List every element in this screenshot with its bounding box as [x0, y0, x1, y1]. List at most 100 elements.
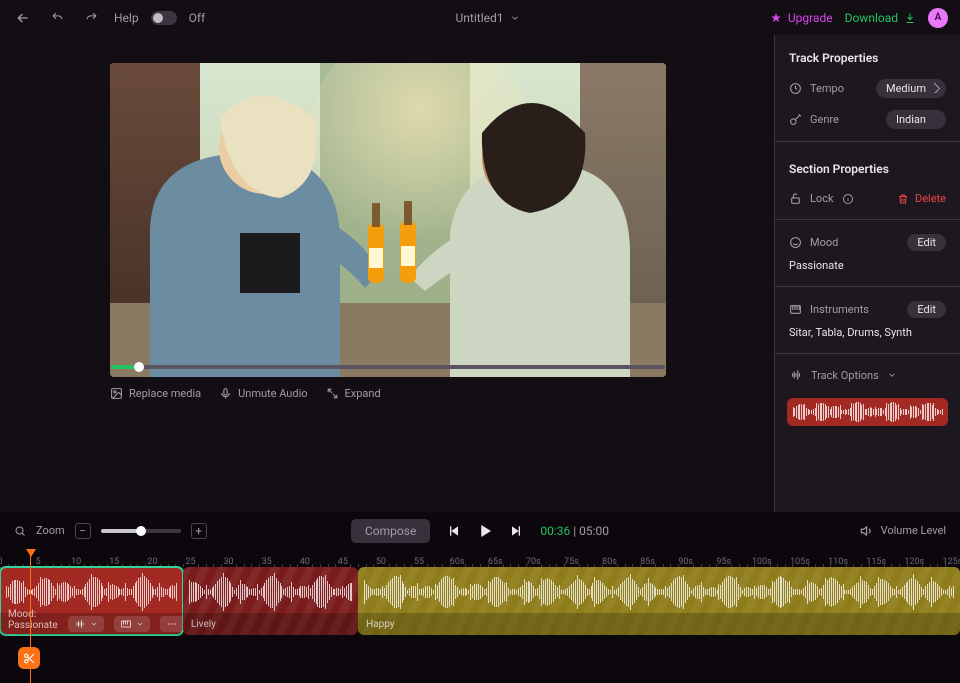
section-mood-label[interactable]: Mood: Passionate: [8, 609, 58, 636]
section-header-row: Lock Delete: [775, 186, 960, 215]
expand-icon: [326, 387, 339, 400]
volume-level-button[interactable]: Volume Level: [859, 524, 946, 538]
microphone-icon: [219, 387, 232, 400]
ruler-tick: 40: [300, 557, 310, 567]
skip-back-button[interactable]: [446, 523, 462, 539]
undo-button[interactable]: [46, 7, 68, 29]
zoom-in-button[interactable]: +: [191, 523, 207, 539]
project-title[interactable]: Untitled1: [217, 11, 758, 25]
section-instruments-button[interactable]: [114, 616, 150, 632]
tempo-row: Tempo Medium: [775, 75, 960, 106]
toggle-state-label: Off: [189, 11, 206, 25]
video-stage: Replace media Unmute Audio Expand: [0, 35, 774, 512]
zoom-slider[interactable]: [101, 529, 181, 533]
delete-section-button[interactable]: Delete: [897, 192, 946, 205]
cut-button[interactable]: [18, 647, 40, 669]
ruler-tick: 25: [185, 557, 195, 567]
more-icon: [166, 618, 178, 630]
transport-controls: [446, 522, 524, 540]
timeline-ruler[interactable]: 051015202530354045505560s65s70s75s80s85s…: [0, 549, 960, 567]
help-link[interactable]: Help: [114, 11, 139, 25]
unmute-audio-button[interactable]: Unmute Audio: [219, 387, 307, 400]
main-area: Replace media Unmute Audio Expand Track …: [0, 35, 960, 512]
total-time: 05:00: [579, 524, 609, 538]
timeline-tracks: Mood: Passionate Lively Happy: [0, 567, 960, 645]
info-icon: [842, 193, 854, 205]
image-icon: [110, 387, 123, 400]
chevron-down-icon: [510, 13, 520, 23]
zoom-out-button[interactable]: −: [75, 523, 91, 539]
ruler-tick: 125s: [942, 557, 960, 567]
lock-control[interactable]: Lock: [789, 192, 897, 205]
lock-open-icon: [789, 192, 802, 205]
section-wave-options-button[interactable]: [68, 616, 104, 632]
skip-forward-button[interactable]: [508, 523, 524, 539]
ruler-tick: 85s: [640, 557, 655, 567]
project-title-text: Untitled1: [456, 11, 504, 25]
video-progress-track[interactable]: [111, 365, 665, 369]
smile-icon: [789, 236, 802, 249]
help-toggle[interactable]: [151, 11, 177, 25]
ruler-tick: 20: [147, 557, 157, 567]
ruler-tick: 0: [0, 557, 3, 567]
ruler-tick: 15: [109, 557, 119, 567]
waveform-icon: [74, 618, 86, 630]
play-button[interactable]: [476, 522, 494, 540]
section-mood-label: Happy: [366, 619, 394, 630]
redo-button[interactable]: [80, 7, 102, 29]
section-properties-heading: Section Properties: [775, 146, 960, 186]
compose-button[interactable]: Compose: [351, 519, 430, 543]
timeline: 051015202530354045505560s65s70s75s80s85s…: [0, 549, 960, 683]
ruler-tick: 65s: [488, 557, 503, 567]
ruler-tick: 35: [262, 557, 272, 567]
timeline-section[interactable]: Happy: [358, 567, 960, 635]
piano-icon: [120, 618, 132, 630]
video-progress-knob[interactable]: [134, 362, 144, 372]
ruler-tick: 55: [414, 557, 424, 567]
section-more-button[interactable]: [160, 616, 183, 632]
genre-row: Genre Indian: [775, 106, 960, 137]
star-icon: [770, 12, 782, 24]
download-button[interactable]: Download: [845, 11, 916, 25]
piano-icon: [789, 303, 802, 316]
timeline-section[interactable]: Lively: [183, 567, 358, 635]
trash-icon: [897, 193, 909, 205]
clock-icon: [789, 82, 802, 95]
timecode: 00:36 | 05:00: [540, 524, 609, 538]
timeline-section[interactable]: Mood: Passionate: [0, 567, 183, 635]
ruler-tick: 5: [36, 557, 41, 567]
waveform-icon: [789, 368, 803, 382]
user-avatar[interactable]: A: [928, 8, 948, 28]
search-icon: [14, 525, 26, 537]
genre-select[interactable]: Indian: [886, 110, 946, 129]
tempo-label: Tempo: [789, 82, 868, 95]
panel-divider-4: [775, 353, 960, 354]
replace-media-button[interactable]: Replace media: [110, 387, 201, 400]
playback-bar: Zoom − + Compose 00:36 | 05:00 Volume Le…: [0, 512, 960, 549]
back-button[interactable]: [12, 7, 34, 29]
download-label: Download: [845, 11, 898, 25]
ruler-tick: 90s: [678, 557, 693, 567]
expand-button[interactable]: Expand: [326, 387, 381, 400]
mood-edit-button[interactable]: Edit: [907, 234, 946, 251]
ruler-tick: 30: [224, 557, 234, 567]
video-preview[interactable]: [110, 63, 666, 377]
scissors-icon: [23, 652, 36, 665]
section-footer: Happy: [358, 613, 960, 635]
instruments-edit-button[interactable]: Edit: [907, 301, 946, 318]
track-options-toggle[interactable]: Track Options: [775, 358, 960, 392]
section-footer: Lively: [183, 613, 358, 635]
properties-panel: Track Properties Tempo Medium Genre Indi…: [774, 35, 960, 512]
tempo-select[interactable]: Medium: [876, 79, 946, 98]
panel-divider-3: [775, 286, 960, 287]
track-option-preview[interactable]: [787, 398, 948, 426]
ruler-tick: 10: [71, 557, 81, 567]
instruments-block: Instruments Edit Sitar, Tabla, Drums, Sy…: [775, 291, 960, 349]
speaker-icon: [859, 524, 873, 538]
guitar-icon: [789, 113, 802, 126]
genre-label: Genre: [789, 113, 878, 126]
upgrade-button[interactable]: Upgrade: [770, 11, 833, 25]
ruler-tick: 80s: [602, 557, 617, 567]
instruments-value: Sitar, Tabla, Drums, Synth: [789, 326, 946, 339]
ruler-tick: 60s: [450, 557, 465, 567]
